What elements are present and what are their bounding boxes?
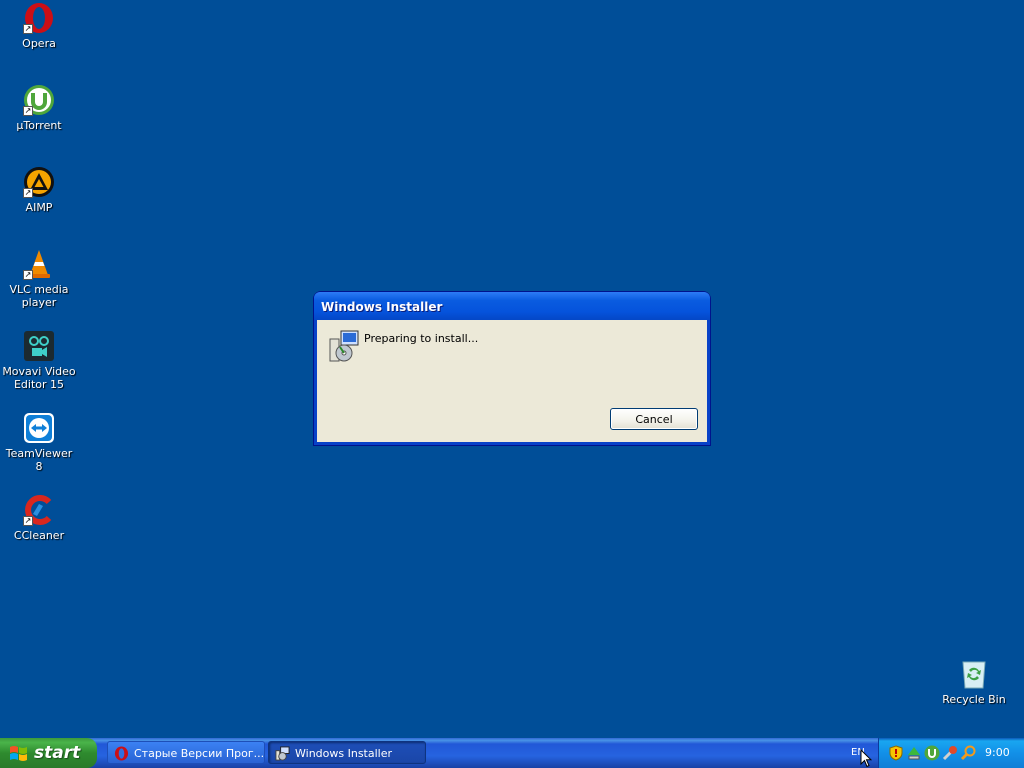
mouse-cursor-icon: [860, 749, 872, 768]
taskbar-button-label: Windows Installer: [295, 747, 393, 760]
windows-installer-dialog: Windows Installer Preparing to install..…: [314, 292, 710, 445]
taskbar-button-windows-installer[interactable]: Windows Installer: [268, 741, 426, 764]
desktop-icon-ccleaner[interactable]: ↗ CCleaner: [1, 494, 77, 542]
shortcut-arrow-icon: ↗: [23, 106, 33, 116]
desktop-icon-label: VLC media player: [9, 283, 69, 309]
search-icon[interactable]: [960, 745, 976, 761]
opera-icon: [114, 746, 129, 761]
movavi-icon: [23, 330, 55, 362]
windows-flag-icon: [10, 746, 27, 761]
desktop-icon-label: Recycle Bin: [942, 693, 1006, 706]
shortcut-arrow-icon: ↗: [23, 516, 33, 526]
shortcut-arrow-icon: ↗: [23, 188, 33, 198]
desktop-icon-label: Movavi Video Editor 15: [2, 365, 76, 391]
system-tray: 9:00: [878, 738, 1024, 768]
desktop-icon-aimp[interactable]: ↗ AIMP: [1, 166, 77, 214]
taskbar-button-opera[interactable]: Старые Версии Прог...: [107, 741, 265, 764]
shortcut-arrow-icon: ↗: [23, 24, 33, 34]
installer-icon: [328, 329, 362, 363]
teamviewer-icon: [23, 412, 55, 444]
aimp-icon: ↗: [23, 166, 55, 198]
safely-remove-hardware-icon[interactable]: [906, 745, 922, 761]
desktop-icon-movavi[interactable]: Movavi Video Editor 15: [1, 330, 77, 391]
desktop-icon-label: AIMP: [25, 201, 53, 214]
taskbar-button-label: Старые Версии Прог...: [134, 747, 265, 760]
utorrent-icon: ↗: [23, 84, 55, 116]
recycle-bin-icon: [958, 658, 990, 690]
tools-icon[interactable]: [942, 745, 958, 761]
desktop-icon-recycle-bin[interactable]: Recycle Bin: [936, 658, 1012, 706]
desktop-icon-label: TeamViewer 8: [5, 447, 73, 473]
clock[interactable]: 9:00: [985, 746, 1010, 759]
desktop-icon-label: CCleaner: [13, 529, 65, 542]
opera-icon: ↗: [23, 2, 55, 34]
desktop-icon-label: Opera: [22, 37, 56, 50]
shortcut-arrow-icon: ↗: [23, 270, 33, 280]
ccleaner-icon: ↗: [23, 494, 55, 526]
start-label: start: [34, 743, 81, 763]
installer-icon: [275, 746, 290, 761]
dialog-message: Preparing to install...: [364, 332, 479, 345]
desktop-icon-vlc[interactable]: ↗ VLC media player: [1, 248, 77, 309]
dialog-body: Preparing to install... Cancel: [317, 320, 707, 442]
security-shield-icon[interactable]: [888, 745, 904, 761]
desktop-icon-teamviewer[interactable]: TeamViewer 8: [1, 412, 77, 473]
vlc-icon: ↗: [23, 248, 55, 280]
cancel-button[interactable]: Cancel: [610, 408, 698, 430]
start-button[interactable]: start: [0, 738, 97, 768]
desktop-icon-label: µTorrent: [16, 119, 62, 132]
desktop-icon-opera[interactable]: ↗ Opera: [1, 2, 77, 50]
utorrent-tray-icon[interactable]: [924, 745, 940, 761]
dialog-title[interactable]: Windows Installer: [314, 292, 710, 320]
desktop-icon-utorrent[interactable]: ↗ µTorrent: [1, 84, 77, 132]
